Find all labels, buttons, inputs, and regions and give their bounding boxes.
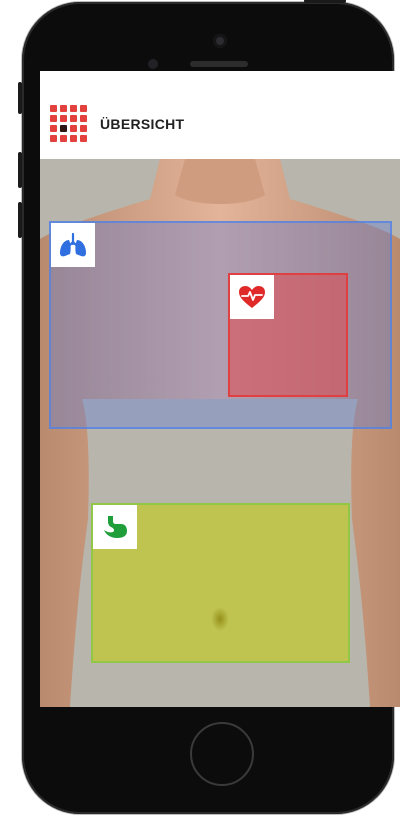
power-button [304,0,346,3]
heart-pulse-icon [239,286,265,308]
mute-switch [18,82,22,114]
stomach-icon [104,516,127,538]
volume-up-button [18,152,22,188]
stomach-region[interactable] [91,503,350,663]
app-screen: ÜBERSICHT [40,71,400,707]
stomach-badge [93,505,137,549]
home-button[interactable] [190,722,254,786]
lungs-badge [51,223,95,267]
grid-menu-icon[interactable] [50,105,88,143]
app-header: ÜBERSICHT [40,71,400,159]
heart-badge [230,275,274,319]
page-title: ÜBERSICHT [100,116,185,132]
proximity-sensor [148,59,158,69]
earpiece-speaker [190,61,248,67]
heart-region[interactable] [228,273,348,397]
lungs-icon [60,232,86,257]
front-camera [213,34,227,48]
volume-down-button [18,202,22,238]
